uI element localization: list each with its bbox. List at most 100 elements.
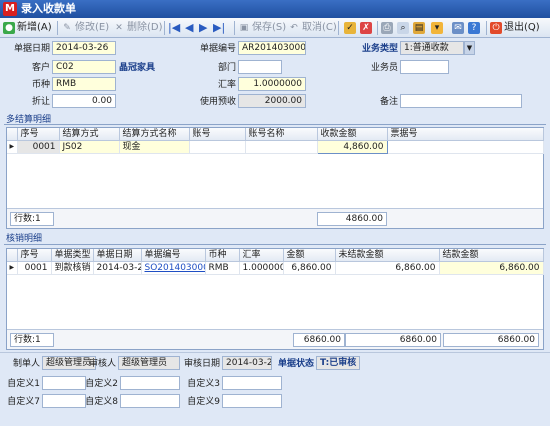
save-icon: ▣ (239, 23, 249, 33)
column-header[interactable]: 单据日期 (93, 249, 142, 262)
next-record-icon[interactable]: ▶ (199, 20, 207, 36)
unaudit-icon[interactable]: ✗ (360, 20, 372, 36)
save-button[interactable]: ▣ 保存(S) (238, 20, 286, 36)
salesman-field[interactable] (400, 60, 449, 74)
cell-ticket[interactable] (387, 140, 544, 154)
column-header[interactable]: 序号 (17, 128, 60, 141)
customer-label: 客户 (31, 63, 50, 73)
column-header[interactable]: 账号 (189, 128, 246, 141)
bill-date-field[interactable]: 2014-03-26 (52, 41, 116, 55)
audit-date-field: 2014-03-26 (222, 356, 272, 370)
auditor-field: 超级管理员 (118, 356, 180, 370)
help-icon[interactable]: ? (468, 20, 480, 36)
cell-unsettled[interactable]: 6,860.00 (335, 261, 440, 275)
table-row[interactable]: ▶ 0001 到款核销 2014-03-26 SO2014030004 RMB … (7, 261, 544, 275)
remark-label: 备注 (379, 97, 398, 107)
custom-field-2[interactable] (120, 376, 180, 390)
row-indicator-header (7, 128, 18, 141)
chevron-down-icon[interactable]: ▼ (464, 41, 475, 55)
section-divider (4, 124, 546, 125)
custom-field-8[interactable] (120, 394, 180, 408)
custom-field-label: 自定义3 (187, 379, 220, 389)
toolbar-separator (164, 21, 165, 35)
bill-no-label: 单据编号 (199, 44, 236, 54)
options-dropdown-icon[interactable]: ▾ (431, 20, 443, 36)
custom-field-7[interactable] (42, 394, 86, 408)
column-header[interactable]: 币种 (205, 249, 240, 262)
column-header[interactable]: 单据类型 (51, 249, 94, 262)
cell-no[interactable]: 0001 (17, 140, 60, 154)
exit-button[interactable]: ⏻ 退出(Q) (490, 20, 540, 36)
discount-label: 折让 (31, 97, 50, 107)
attachment-icon[interactable]: ✉ (452, 20, 464, 36)
toolbar-separator (234, 21, 235, 35)
currency-field[interactable]: RMB (52, 77, 116, 91)
custom-field-1[interactable] (42, 376, 86, 390)
dept-field[interactable] (238, 60, 282, 74)
column-header[interactable]: 序号 (17, 249, 52, 262)
column-header[interactable]: 账号名称 (245, 128, 318, 141)
bill-no-field[interactable]: AR2014030003 (238, 41, 306, 55)
print-icon[interactable]: ⎙ (381, 20, 393, 36)
discount-field[interactable]: 0.00 (52, 94, 116, 108)
dept-label: 部门 (217, 63, 236, 73)
audit-icon[interactable]: ✓ (344, 20, 356, 36)
delete-button[interactable]: ✕ 删除(D) (113, 20, 162, 36)
cell-account-name[interactable] (245, 140, 318, 154)
edit-button[interactable]: ✎ 修改(E) (61, 20, 109, 36)
cell-date[interactable]: 2014-03-26 (93, 261, 142, 275)
cell-no[interactable]: 0001 (17, 261, 52, 275)
maker-label: 制单人 (12, 359, 40, 369)
cell-rate[interactable]: 1.0000000 (239, 261, 284, 275)
column-header[interactable]: 票据号 (387, 128, 544, 141)
column-header[interactable]: 未结款金额 (335, 249, 440, 262)
cell-currency[interactable]: RMB (205, 261, 240, 275)
column-header[interactable]: 结算方式名称 (119, 128, 190, 141)
cell-type[interactable]: 到款核销 (51, 261, 94, 275)
cell-method-name[interactable]: 现金 (119, 140, 190, 154)
cell-settled[interactable]: 6,860.00 (439, 261, 544, 275)
row-indicator-header (7, 249, 18, 262)
bill-date-label: 单据日期 (13, 44, 50, 54)
new-icon: ● (3, 22, 15, 34)
cell-amount[interactable]: 6,860.00 (283, 261, 336, 275)
table-row[interactable]: ▶ 0001 JS02 现金 4,860.00 (7, 140, 544, 154)
verify-row-count: 行数:1 (10, 333, 54, 347)
cell-amount[interactable]: 4,860.00 (316, 140, 388, 154)
cell-method[interactable]: JS02 (59, 140, 120, 154)
preview-icon[interactable]: ⌕ (397, 20, 409, 36)
bill-no-link[interactable]: SO2014030004 (141, 261, 206, 275)
remark-field[interactable] (400, 94, 522, 108)
cell-account[interactable] (189, 140, 246, 154)
custom-field-9[interactable] (222, 394, 282, 408)
cancel-button[interactable]: ↶ 取消(C) (288, 20, 337, 36)
window-title: 录入收款单 (21, 2, 76, 15)
rate-field[interactable]: 1.0000000 (238, 77, 306, 91)
new-button[interactable]: ● 新增(A) (3, 20, 52, 36)
prepay-field[interactable]: 2000.00 (238, 94, 306, 108)
audit-date-label: 审核日期 (183, 359, 220, 369)
prepay-label: 使用预收 (199, 97, 236, 107)
first-record-icon[interactable]: |◀ (168, 20, 180, 36)
column-header[interactable]: 汇率 (239, 249, 284, 262)
settle-header-row: 序号 结算方式 结算方式名称 账号 账号名称 收款金额 票据号 (7, 128, 544, 141)
export-icon[interactable]: ▤ (413, 20, 425, 36)
rate-label: 汇率 (217, 80, 236, 90)
last-record-icon[interactable]: ▶| (213, 20, 225, 36)
current-row-indicator-icon: ▶ (7, 140, 18, 154)
column-header[interactable]: 单据编号 (141, 249, 206, 262)
column-header[interactable]: 结款金额 (439, 249, 544, 262)
biz-type-select[interactable]: 1:普通收款 (400, 41, 464, 55)
column-header[interactable]: 收款金额 (317, 128, 388, 141)
delete-icon: ✕ (115, 23, 123, 33)
prev-record-icon[interactable]: ◀ (185, 20, 193, 36)
customer-field[interactable]: C02 (52, 60, 116, 74)
edit-icon: ✎ (63, 23, 71, 33)
column-header[interactable]: 结算方式 (59, 128, 120, 141)
currency-label: 币种 (31, 80, 50, 90)
toolbar-separator (57, 21, 58, 35)
column-header[interactable]: 金额 (283, 249, 336, 262)
verify-footer: 行数:1 6860.00 6860.00 6860.00 (7, 329, 543, 349)
custom-field-3[interactable] (222, 376, 282, 390)
salesman-label: 业务员 (370, 63, 398, 73)
